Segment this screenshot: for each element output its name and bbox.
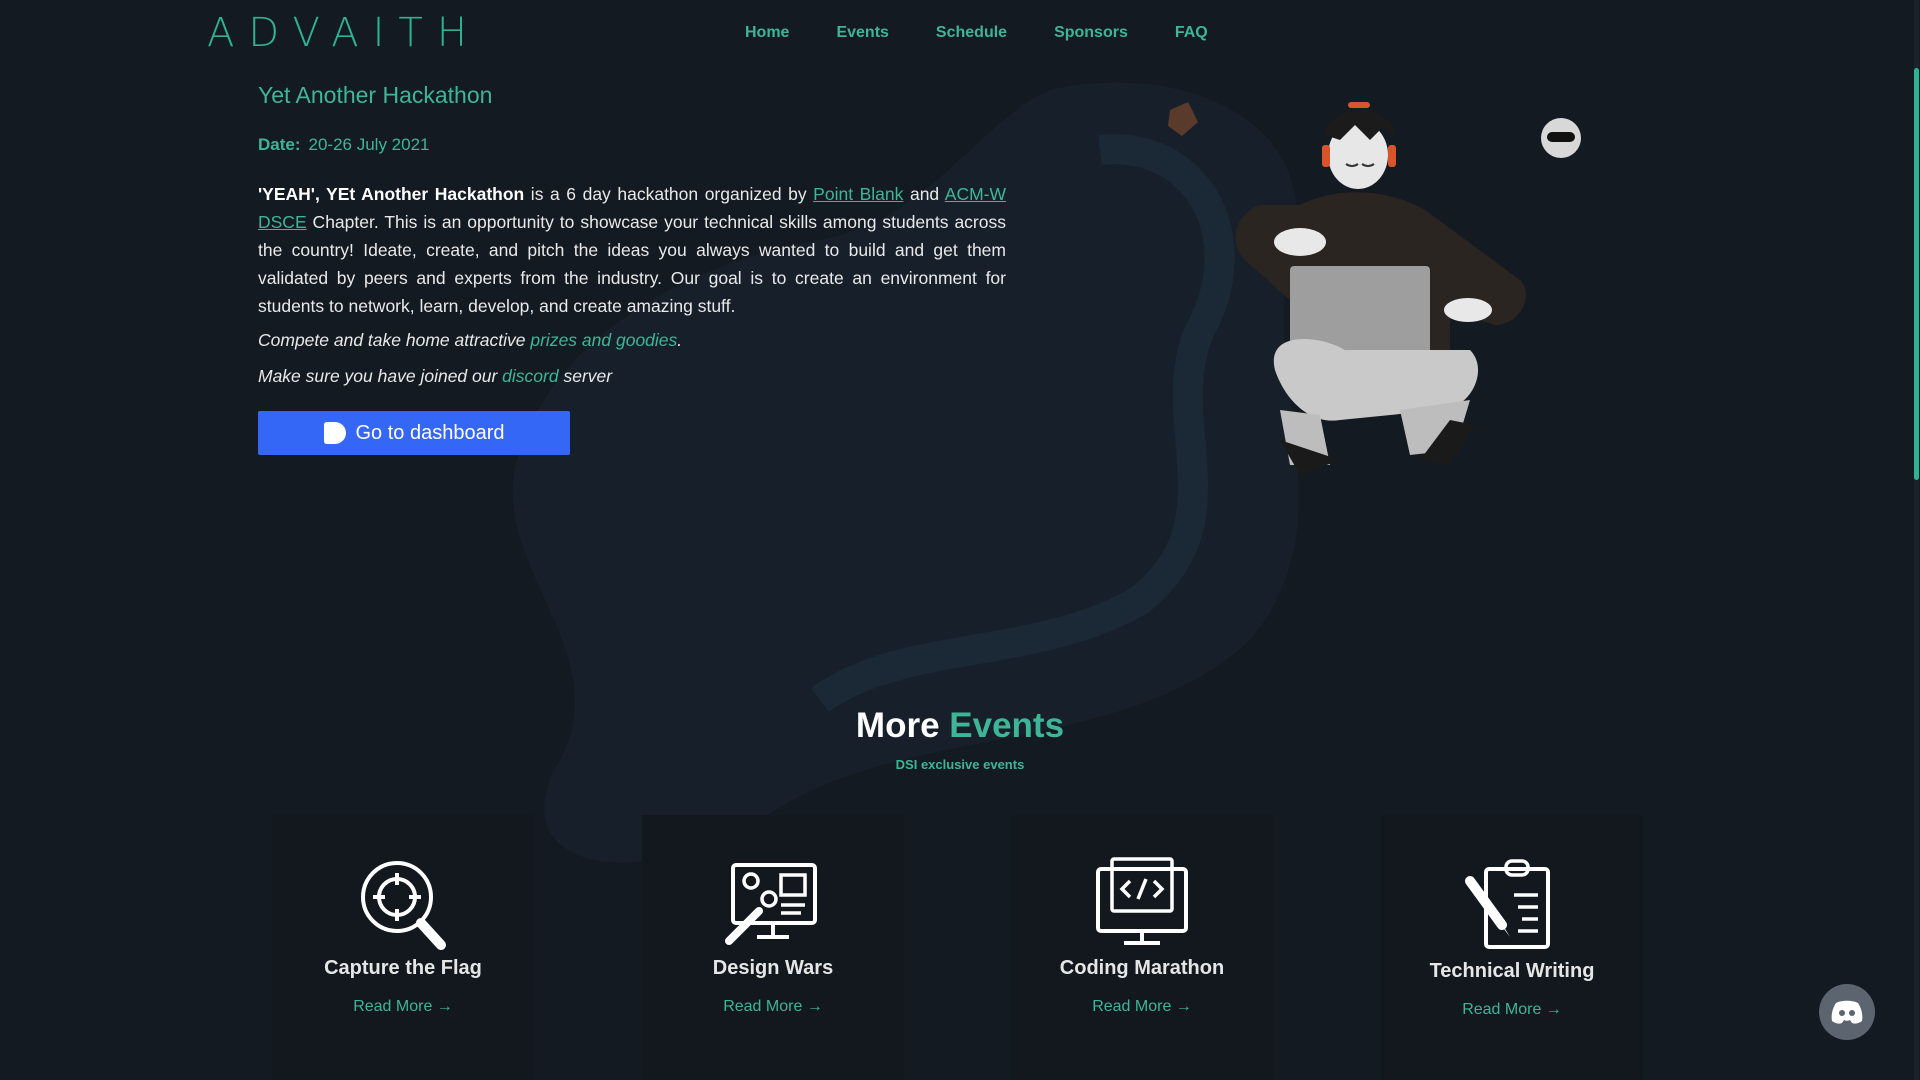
event-name: Technical Writing <box>1429 960 1595 982</box>
event-card-coding-marathon[interactable]: Coding Marathon Read More → <box>1011 815 1273 1080</box>
read-more-link[interactable]: Read More → <box>642 998 904 1016</box>
date-value: 20-26 July 2021 <box>308 135 430 154</box>
more-events-title: More Events <box>0 706 1920 746</box>
event-name: Capture the Flag <box>324 957 482 979</box>
point-blank-link[interactable]: Point Blank <box>813 184 903 204</box>
more-events-title-white: More <box>855 706 940 745</box>
advaith-logo[interactable]: ADVAITH <box>207 10 481 56</box>
read-more-link[interactable]: Read More → <box>1381 1001 1643 1019</box>
discord-link[interactable]: discord <box>502 366 558 386</box>
read-more-link[interactable]: Read More → <box>272 998 534 1016</box>
hero-description: 'YEAH', YEt Another Hackathon is a 6 day… <box>258 180 1006 320</box>
desc-text-and: and <box>903 184 945 204</box>
compete-line: Compete and take home attractive prizes … <box>258 330 682 351</box>
discord-chat-button[interactable] <box>1819 984 1875 1040</box>
main-nav: Home Events Schedule Sponsors FAQ <box>745 24 1208 42</box>
scrollbar-thumb[interactable] <box>1914 68 1919 480</box>
nav-faq[interactable]: FAQ <box>1175 24 1208 42</box>
hero-illustration <box>1168 102 1526 475</box>
clipboard-pen-icon <box>1465 859 1550 949</box>
event-name: Design Wars <box>712 957 834 979</box>
event-name: Coding Marathon <box>1059 957 1225 979</box>
code-monitor-icon <box>1096 857 1188 945</box>
read-more-link[interactable]: Read More → <box>1011 998 1273 1016</box>
discord-icon <box>1831 1000 1863 1024</box>
discord-text: Make sure you have joined our <box>258 366 503 386</box>
nav-events[interactable]: Events <box>836 24 888 42</box>
date-label: Date: <box>258 135 301 154</box>
nav-schedule[interactable]: Schedule <box>936 24 1007 42</box>
more-events-title-green: Events <box>949 706 1065 745</box>
hero-title: Yet Another Hackathon <box>258 82 493 108</box>
nav-home[interactable]: Home <box>745 24 789 42</box>
dashboard-icon <box>323 422 346 444</box>
more-events-subtitle: DSI exclusive events <box>895 757 1025 772</box>
hero-date: Date: 20-26 July 2021 <box>258 135 430 155</box>
search-target-icon <box>361 861 446 950</box>
desc-text-2: Chapter. This is an opportunity to showc… <box>258 212 1006 316</box>
dashboard-button-label: Go to dashboard <box>355 421 505 444</box>
nav-sponsors[interactable]: Sponsors <box>1054 24 1128 42</box>
discord-suffix: server <box>558 366 613 386</box>
site-header: ADVAITH Home Events Schedule Sponsors FA… <box>0 0 1920 70</box>
event-card-technical-writing[interactable]: Technical Writing Read More → <box>1381 815 1643 1080</box>
sunglasses-emoji-icon <box>1541 118 1581 158</box>
compete-text: Compete and take home attractive <box>258 330 531 350</box>
desc-text-1: is a 6 day hackathon organized by <box>524 184 814 204</box>
prizes-link[interactable]: prizes and goodies <box>530 330 677 350</box>
compete-suffix: . <box>677 330 683 350</box>
event-card-capture-the-flag[interactable]: Capture the Flag Read More → <box>272 815 534 1080</box>
event-card-design-wars[interactable]: Design Wars Read More → <box>642 815 904 1080</box>
go-to-dashboard-button[interactable]: Go to dashboard <box>258 411 570 455</box>
yeah-bold: 'YEAH', YEt Another Hackathon <box>258 184 525 204</box>
design-monitor-icon <box>725 863 817 945</box>
discord-line: Make sure you have joined our discord se… <box>258 366 612 387</box>
